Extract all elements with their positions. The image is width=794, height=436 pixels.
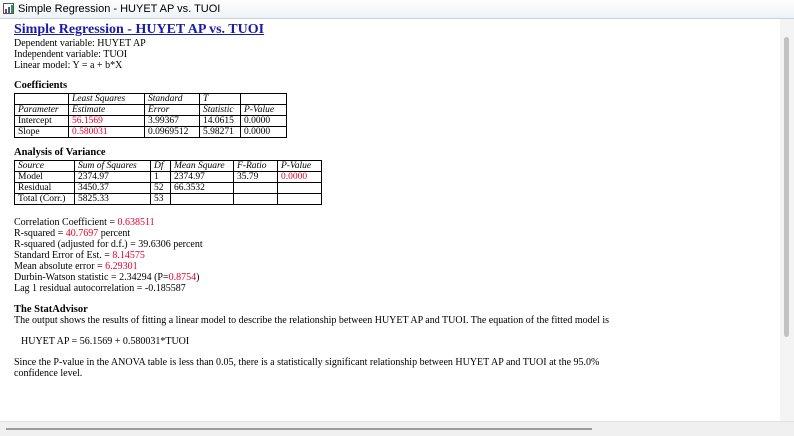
table-header-cell <box>14 93 69 105</box>
table-header-cell: Least Squares <box>68 93 145 105</box>
stat-value[interactable]: 8.14575 <box>112 250 145 261</box>
stat-value[interactable]: 0.8754 <box>169 272 197 283</box>
table-cell: 14.0615 <box>199 115 241 127</box>
table-cell <box>170 193 234 205</box>
table-cell: Model <box>14 171 75 183</box>
statadvisor-conclusion: Since the P-value in the ANOVA table is … <box>14 357 600 368</box>
table-cell: 2374.97 <box>170 171 234 183</box>
horizontal-scroll-thumb[interactable] <box>6 428 592 430</box>
table-cell: 3.99367 <box>144 115 200 127</box>
table-cell: 5.98271 <box>199 126 241 138</box>
report-pane: Simple Regression - HUYET AP vs. TUOI De… <box>14 22 774 379</box>
table-cell: 35.79 <box>233 171 278 183</box>
title-bar: Simple Regression - HUYET AP vs. TUOI <box>0 0 794 19</box>
horizontal-scrollbar[interactable] <box>0 421 794 436</box>
table-header-cell: F-Ratio <box>233 160 278 172</box>
table-row: Intercept 56.1569 3.99367 14.0615 0.0000 <box>14 115 287 127</box>
table-cell <box>277 193 322 205</box>
statadvisor-conclusion-cont: confidence level. <box>14 368 83 379</box>
table-header-cell: Standard <box>144 93 200 105</box>
statadvisor-title: The StatAdvisor <box>14 304 88 315</box>
table-cell <box>233 182 278 194</box>
anova-title: Analysis of Variance <box>14 147 106 158</box>
size-grip[interactable] <box>780 422 794 436</box>
mean-absolute-error: Mean absolute error = 6.29301 <box>14 261 774 272</box>
table-cell: Intercept <box>14 115 69 127</box>
anova-table: Source Sum of Squares Df Mean Square F-R… <box>14 160 322 205</box>
table-header-cell: Parameter <box>14 104 69 116</box>
table-header-cell: Df <box>150 160 171 172</box>
table-row: Model 2374.97 1 2374.97 35.79 0.0000 <box>14 171 322 183</box>
table-header-cell: T <box>199 93 241 105</box>
table-header-cell: Mean Square <box>170 160 234 172</box>
table-cell: 52 <box>150 182 171 194</box>
independent-variable: Independent variable: TUOI <box>14 49 128 60</box>
table-cell: Total (Corr.) <box>14 193 75 205</box>
stat-label: ) <box>196 272 200 283</box>
statadvisor-paragraph: The output shows the results of fitting … <box>14 315 610 326</box>
vertical-scroll-thumb[interactable] <box>784 37 789 337</box>
stat-value[interactable]: 40.7697 <box>66 228 99 239</box>
table-cell: 2374.97 <box>74 171 151 183</box>
table-header-cell: Sum of Squares <box>74 160 151 172</box>
report-heading[interactable]: Simple Regression - HUYET AP vs. TUOI <box>14 22 774 38</box>
table-row: Slope 0.580031 0.0969512 5.98271 0.0000 <box>14 126 287 138</box>
table-cell[interactable]: 0.0000 <box>277 171 322 183</box>
r-squared-adjusted: R-squared (adjusted for d.f.) = 39.6306 … <box>14 239 203 250</box>
stat-label: Standard Error of Est. = <box>14 250 113 261</box>
lag-autocorrelation: Lag 1 residual autocorrelation = -0.1855… <box>14 283 186 294</box>
table-header-cell <box>240 93 287 105</box>
table-header-cell: Source <box>14 160 75 172</box>
dependent-variable: Dependent variable: HUYET AP <box>14 38 146 49</box>
durbin-watson: Durbin-Watson statistic = 2.34294 (P=0.8… <box>14 272 774 283</box>
correlation-coefficient: Correlation Coefficient = 0.638511 <box>14 217 774 228</box>
table-cell[interactable]: 56.1569 <box>68 115 145 127</box>
stat-label: Correlation Coefficient = <box>14 217 118 228</box>
table-header-cell: Statistic <box>199 104 241 116</box>
table-header-cell: P-Value <box>277 160 322 172</box>
table-cell: 53 <box>150 193 171 205</box>
table-cell: 0.0000 <box>240 126 287 138</box>
stat-label: R-squared = <box>14 228 66 239</box>
table-row: Residual 3450.37 52 66.3532 <box>14 182 322 194</box>
table-cell: 0.0000 <box>240 115 287 127</box>
table-cell <box>233 193 278 205</box>
window-title: Simple Regression - HUYET AP vs. TUOI <box>18 3 221 15</box>
table-header-cell: Error <box>144 104 200 116</box>
table-row: Total (Corr.) 5825.33 53 <box>14 193 322 205</box>
table-cell: 5825.33 <box>74 193 151 205</box>
table-header-cell: P-Value <box>240 104 287 116</box>
r-squared: R-squared = 40.7697 percent <box>14 228 774 239</box>
coefficients-table: Least Squares Standard T Parameter Estim… <box>14 93 287 138</box>
table-header-row: Source Sum of Squares Df Mean Square F-R… <box>14 160 322 172</box>
table-header-cell: Estimate <box>68 104 145 116</box>
table-cell: Slope <box>14 126 69 138</box>
table-cell <box>277 182 322 194</box>
table-cell[interactable]: 0.580031 <box>68 126 145 138</box>
table-header-row: Least Squares Standard T <box>14 93 287 105</box>
table-header-row: Parameter Estimate Error Statistic P-Val… <box>14 104 287 116</box>
stat-unit: percent <box>98 228 131 239</box>
stat-value[interactable]: 0.638511 <box>117 217 154 228</box>
standard-error: Standard Error of Est. = 8.14575 <box>14 250 774 261</box>
fitted-equation: HUYET AP = 56.1569 + 0.580031*TUOI <box>21 336 190 347</box>
vertical-scrollbar[interactable] <box>780 19 794 422</box>
stat-label: Mean absolute error = <box>14 261 106 272</box>
linear-model: Linear model: Y = a + b*X <box>14 60 123 71</box>
app-icon <box>3 3 14 14</box>
table-cell: 0.0969512 <box>144 126 200 138</box>
stat-label: Durbin-Watson statistic = 2.34294 (P= <box>14 272 169 283</box>
table-cell: 66.3532 <box>170 182 234 194</box>
stat-value[interactable]: 6.29301 <box>105 261 138 272</box>
table-cell: Residual <box>14 182 75 194</box>
table-cell: 1 <box>150 171 171 183</box>
table-cell: 3450.37 <box>74 182 151 194</box>
coefficients-title: Coefficients <box>14 80 68 91</box>
